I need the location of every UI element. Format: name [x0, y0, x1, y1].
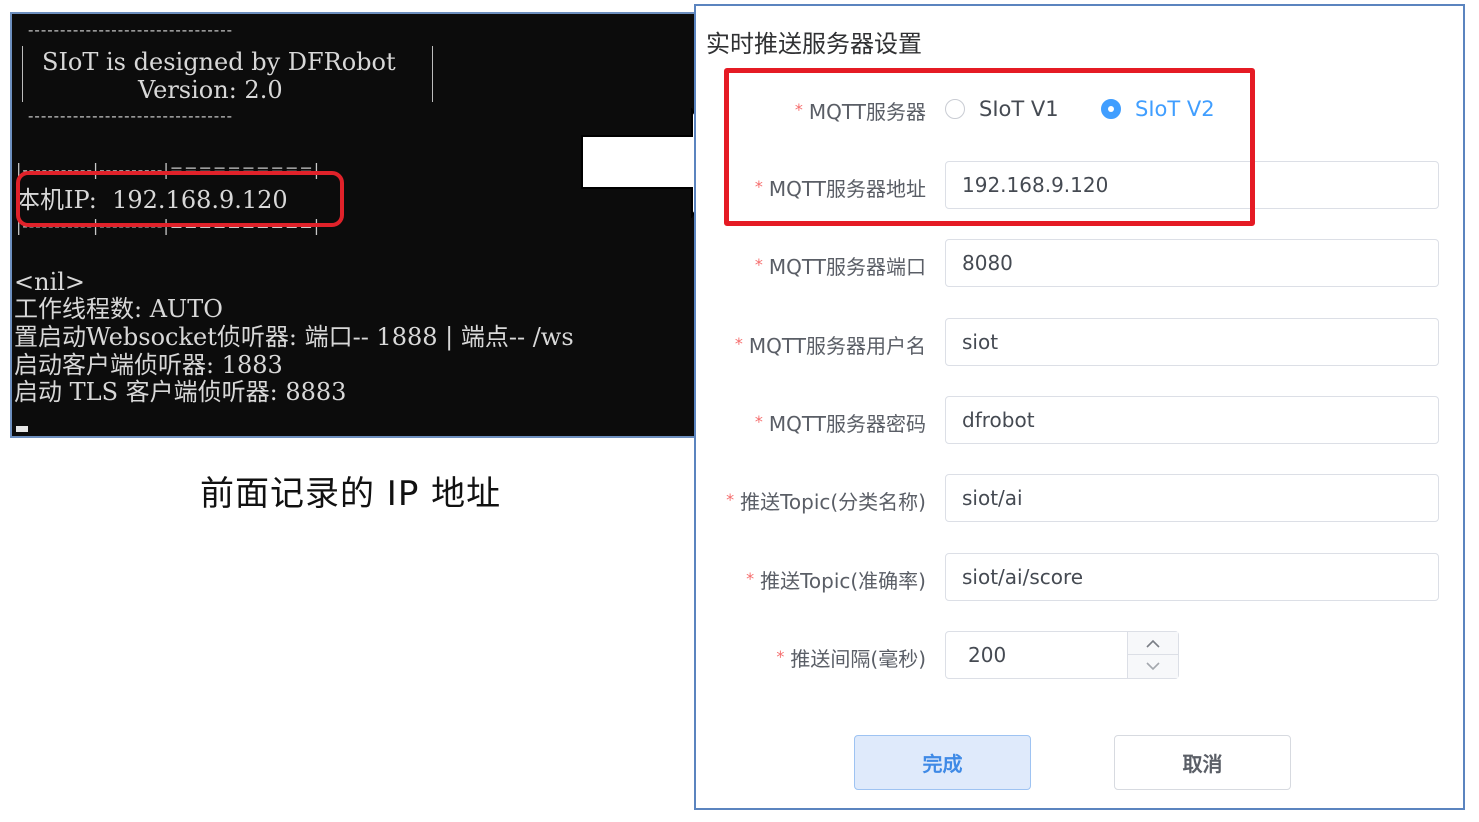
required-mark: *	[734, 334, 743, 353]
banner-version: Version: 2.0	[138, 76, 283, 104]
form-row-topic-score: * 推送Topic(准确率) siot/ai/score	[696, 553, 1463, 603]
thread-count-line: 工作线程数: AUTO	[14, 295, 223, 323]
form-row-topic-class: * 推送Topic(分类名称) siot/ai	[696, 474, 1463, 524]
banner-left-border	[22, 46, 23, 102]
form-row-username: * MQTT服务器用户名 siot	[696, 318, 1463, 368]
caption-ip-note: 前面记录的 IP 地址	[200, 474, 502, 514]
cancel-button[interactable]: 取消	[1114, 735, 1291, 790]
stepper-increase-button[interactable]	[1128, 632, 1178, 655]
dialog-title: 实时推送服务器设置	[706, 30, 922, 58]
topic-score-label: * 推送Topic(准确率)	[746, 569, 926, 593]
form-row-password: * MQTT服务器密码 dfrobot	[696, 396, 1463, 446]
terminal-cursor	[16, 426, 28, 432]
confirm-button[interactable]: 完成	[854, 735, 1031, 790]
interval-label: * 推送间隔(毫秒)	[776, 647, 926, 671]
topic-class-label: * 推送Topic(分类名称)	[726, 490, 926, 514]
terminal-window: -------------------------------- SIoT is…	[10, 12, 695, 438]
form-row-port: * MQTT服务器端口 8080	[696, 239, 1463, 289]
push-server-settings-dialog: 实时推送服务器设置 * MQTT服务器 SIoT V1 SIoT V2 * MQTT…	[694, 4, 1465, 810]
ip-highlight-box	[16, 171, 344, 227]
required-mark: *	[726, 490, 735, 509]
banner-top-rule: --------------------------------	[28, 20, 233, 39]
password-label: * MQTT服务器密码	[754, 412, 926, 436]
topic-class-input[interactable]: siot/ai	[945, 474, 1439, 522]
nil-line: <nil>	[14, 268, 86, 296]
banner-bottom-rule: --------------------------------	[28, 106, 233, 125]
password-input[interactable]: dfrobot	[945, 396, 1439, 444]
required-mark: *	[754, 412, 763, 431]
client-listener-line: 启动客户端侦听器: 1883	[14, 351, 283, 379]
form-row-interval: * 推送间隔(毫秒) 200	[696, 631, 1463, 681]
port-label: * MQTT服务器端口	[754, 255, 926, 279]
stepper-buttons	[1127, 632, 1178, 678]
tls-listener-line: 启动 TLS 客户端侦听器: 8883	[14, 378, 347, 406]
banner-title: SIoT is designed by DFRobot	[42, 48, 396, 76]
username-input[interactable]: siot	[945, 318, 1439, 366]
required-mark: *	[746, 569, 755, 588]
required-mark: *	[776, 647, 785, 666]
websocket-listener-line: 置启动Websocket侦听器: 端口-- 1888 | 端点-- /ws	[14, 323, 574, 351]
chevron-up-icon	[1146, 639, 1160, 648]
stepper-decrease-button[interactable]	[1128, 655, 1178, 678]
username-label: * MQTT服务器用户名	[734, 334, 926, 358]
mqtt-highlight-box	[724, 68, 1255, 226]
interval-stepper[interactable]: 200	[945, 631, 1179, 679]
banner-right-border	[432, 46, 433, 102]
interval-value[interactable]: 200	[968, 632, 1006, 678]
topic-score-input[interactable]: siot/ai/score	[945, 553, 1439, 601]
required-mark: *	[754, 255, 763, 274]
port-input[interactable]: 8080	[945, 239, 1439, 287]
chevron-down-icon	[1146, 662, 1160, 671]
